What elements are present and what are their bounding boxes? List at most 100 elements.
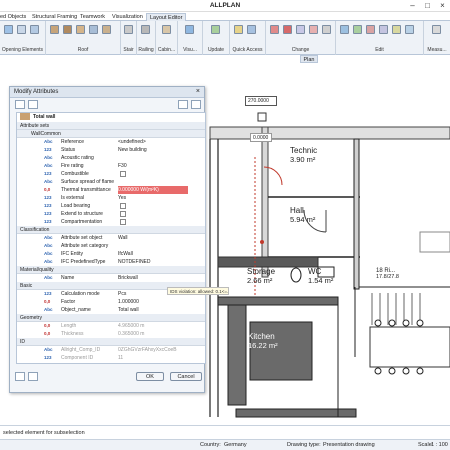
attribute-value[interactable]: IfcWall <box>118 250 188 258</box>
attribute-row[interactable]: Abc IFC PredefinedType NOTDEFINED <box>17 258 205 266</box>
attribute-row[interactable]: Abc Object_name Total wall <box>17 306 205 314</box>
attribute-row[interactable]: Abc Acoustic rating <box>17 154 205 162</box>
attribute-list[interactable]: Total wall Attribute sets WallCommon Abc Re… <box>16 112 206 364</box>
tab-objects[interactable]: ed Objects <box>0 13 26 21</box>
attribute-value[interactable]: 0.000000 W/(m²K) <box>118 186 188 194</box>
save-favorite-icon[interactable] <box>28 100 38 109</box>
attribute-row[interactable]: Abc Attribute set object Wall <box>17 234 205 242</box>
minimize-icon[interactable]: – <box>405 0 420 12</box>
attribute-checkbox[interactable] <box>120 171 126 177</box>
railing-icon[interactable] <box>141 25 150 34</box>
sort-icon[interactable] <box>178 100 188 109</box>
stair-icon[interactable] <box>124 25 133 34</box>
close-icon[interactable]: × <box>435 0 450 12</box>
cabinet-icon[interactable] <box>162 25 171 34</box>
dialog-close-icon[interactable]: × <box>196 88 200 95</box>
attribute-section[interactable]: Material/quality <box>17 266 205 274</box>
mirror-icon[interactable] <box>392 25 401 34</box>
attribute-value[interactable]: Brickwall <box>118 274 188 282</box>
tab-visualization[interactable]: Visualization <box>112 13 143 21</box>
attribute-value[interactable]: NOTDEFINED <box>118 258 188 266</box>
attribute-row[interactable]: 123 Is external Yes <box>17 194 205 202</box>
attribute-row[interactable]: 0,0 Factor 1.000000 <box>17 298 205 306</box>
attribute-value[interactable]: Wall <box>118 234 188 242</box>
attribute-row[interactable]: 0,0 Length 4.965000 m <box>17 322 205 330</box>
attribute-section[interactable]: Attribute sets <box>17 122 205 130</box>
skylight-icon[interactable] <box>89 25 98 34</box>
attribute-value[interactable]: Total wall <box>118 306 188 314</box>
attribute-value[interactable]: Yes <box>118 194 188 202</box>
attribute-row[interactable]: Abc Fire rating F30 <box>17 162 205 170</box>
tab-teamwork[interactable]: Teamwork <box>80 13 105 21</box>
attribute-row[interactable]: Abc Surface spread of flame <box>17 178 205 186</box>
window-icon[interactable] <box>4 25 13 34</box>
roof-icon[interactable] <box>50 25 59 34</box>
attribute-value[interactable]: 1.000000 <box>118 298 188 306</box>
move-icon[interactable] <box>340 25 349 34</box>
attribute-row[interactable]: 123 Compartmentation <box>17 218 205 226</box>
attribute-value[interactable]: 0.365000 m <box>118 330 188 338</box>
attribute-checkbox[interactable] <box>120 211 126 217</box>
attribute-row[interactable]: 123 Extend to structure <box>17 210 205 218</box>
maximize-icon[interactable]: □ <box>420 0 435 12</box>
ok-button[interactable]: OK <box>136 372 164 381</box>
attribute-row[interactable]: 0,0 Thermal transmittance 0.000000 W/(m²K) <box>17 186 205 194</box>
drawing-type-value[interactable]: Presentation drawing <box>323 440 375 450</box>
pencil-icon[interactable] <box>270 25 279 34</box>
attribute-name: Factor <box>61 299 76 305</box>
tab-layout-editor[interactable]: Layout Editor <box>146 13 187 21</box>
stretch-icon[interactable] <box>405 25 414 34</box>
load-favorite-icon[interactable] <box>15 100 25 109</box>
delete-icon[interactable] <box>366 25 375 34</box>
folder-icon[interactable] <box>234 25 243 34</box>
attribute-section[interactable]: WallCommon <box>17 130 205 138</box>
country-value[interactable]: Germany <box>224 440 247 450</box>
attribute-row[interactable]: Abc Allright_Comp_ID 0ZGhGVzrFAhxyXxcCoeB <box>17 346 205 354</box>
attribute-row[interactable]: 123 Status New building <box>17 146 205 154</box>
info-icon[interactable] <box>28 372 38 381</box>
door-icon[interactable] <box>17 25 26 34</box>
attribute-checkbox[interactable] <box>120 203 126 209</box>
attribute-row[interactable]: 123 Combustible <box>17 170 205 178</box>
attribute-row[interactable]: Abc Name Brickwall <box>17 274 205 282</box>
dimension-input[interactable]: 270.0000 <box>245 96 277 106</box>
attribute-value[interactable]: 0ZGhGVzrFAhxyXxcCoeB <box>118 346 188 354</box>
attribute-row[interactable]: Abc Attribute set category <box>17 242 205 250</box>
attribute-row[interactable]: Abc Reference <undefined> <box>17 138 205 146</box>
attribute-value[interactable]: New building <box>118 146 188 154</box>
cancel-button[interactable]: Cancel <box>170 372 202 381</box>
dimension-field[interactable]: 0.0000 <box>250 133 272 142</box>
attribute-section[interactable]: Geometry <box>17 314 205 322</box>
attribute-row[interactable]: 123 Component ID 11 <box>17 354 205 362</box>
attribute-value[interactable]: <undefined> <box>118 138 188 146</box>
ruler-icon[interactable] <box>432 25 441 34</box>
attribute-type-icon: 123 <box>44 291 52 296</box>
tab-structural-framing[interactable]: Structural Framing <box>32 13 77 21</box>
attribute-row[interactable]: Abc IFC Entity IfcWall <box>17 250 205 258</box>
filter-icon[interactable] <box>191 100 201 109</box>
attribute-icon[interactable] <box>322 25 331 34</box>
copy-icon[interactable] <box>353 25 362 34</box>
roof-plane-icon[interactable] <box>76 25 85 34</box>
attribute-value[interactable]: 4.965000 m <box>118 322 188 330</box>
render-icon[interactable] <box>185 25 194 34</box>
tab-plan[interactable]: Plan <box>300 55 318 63</box>
scale-value[interactable]: 1 : 100 <box>431 440 448 450</box>
modify-icon[interactable] <box>283 25 292 34</box>
layer-icon[interactable] <box>247 25 256 34</box>
rotate-icon[interactable] <box>379 25 388 34</box>
properties-icon[interactable] <box>296 25 305 34</box>
attribute-row[interactable]: 0,0 Thickness 0.365000 m <box>17 330 205 338</box>
attribute-section[interactable]: ID <box>17 338 205 346</box>
attribute-value[interactable]: 11 <box>118 354 188 362</box>
opening-icon[interactable] <box>30 25 39 34</box>
gable-icon[interactable] <box>102 25 111 34</box>
attribute-checkbox[interactable] <box>120 219 126 225</box>
attribute-value[interactable]: F30 <box>118 162 188 170</box>
attribute-section[interactable]: Classification <box>17 226 205 234</box>
update-icon[interactable] <box>211 25 220 34</box>
help-icon[interactable] <box>15 372 25 381</box>
attribute-row[interactable]: 123 Load bearing <box>17 202 205 210</box>
dormer-icon[interactable] <box>63 25 72 34</box>
format-icon[interactable] <box>309 25 318 34</box>
